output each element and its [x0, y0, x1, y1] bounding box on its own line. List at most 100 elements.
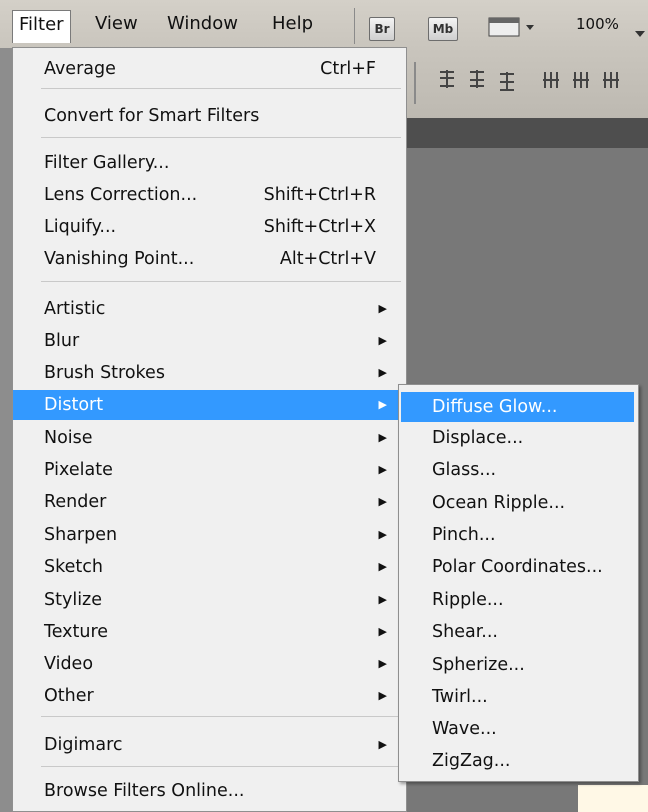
submenu-arrow-icon: ▶	[378, 431, 387, 444]
menu-item-label: Artistic	[44, 299, 106, 319]
document-page	[578, 785, 648, 812]
submenu-arrow-icon: ▶	[378, 625, 387, 638]
submenu-item-label: Shear...	[432, 622, 498, 642]
options-bar-separator	[414, 62, 416, 104]
submenu-item-ripple[interactable]: Ripple...	[399, 585, 638, 615]
menu-item-shortcut: Alt+Ctrl+V	[279, 249, 376, 269]
align-icons[interactable]	[430, 68, 640, 99]
submenu-item-label: Twirl...	[432, 687, 488, 707]
submenu-item-pinch[interactable]: Pinch...	[399, 520, 638, 550]
submenu-item-label: Ripple...	[432, 590, 504, 610]
submenu-arrow-icon: ▶	[378, 463, 387, 476]
menubar-separator	[354, 8, 355, 44]
menu-item-label: Lens Correction...	[44, 185, 198, 205]
menu-item-label: Sketch	[44, 557, 103, 577]
submenu-item-label: Wave...	[432, 719, 497, 739]
submenu-arrow-icon: ▶	[378, 334, 387, 347]
submenu-item-glass[interactable]: Glass...	[399, 455, 638, 485]
document-tab-strip	[400, 118, 648, 148]
menu-item-blur[interactable]: Blur ▶	[13, 326, 406, 356]
menu-bar: Filter View Window Help Br Mb 100%	[0, 0, 648, 48]
submenu-arrow-icon: ▶	[378, 689, 387, 702]
menu-view[interactable]: View	[95, 10, 138, 38]
workspace-left-edge	[0, 48, 12, 812]
menu-item-shortcut: Ctrl+F	[320, 59, 376, 79]
submenu-arrow-icon: ▶	[378, 657, 387, 670]
menu-item-noise[interactable]: Noise ▶	[13, 423, 406, 453]
submenu-item-label: Spherize...	[432, 655, 525, 675]
menu-window[interactable]: Window	[167, 10, 238, 38]
submenu-arrow-icon: ▶	[378, 560, 387, 573]
menu-item-render[interactable]: Render ▶	[13, 487, 406, 517]
menu-item-label: Noise	[44, 428, 93, 448]
submenu-item-displace[interactable]: Displace...	[399, 423, 638, 453]
menu-item-label: Render	[44, 492, 107, 512]
menu-item-artistic[interactable]: Artistic ▶	[13, 294, 406, 324]
submenu-item-label: Diffuse Glow...	[432, 397, 558, 417]
menu-filter[interactable]: Filter	[12, 10, 71, 43]
menu-item-last-filter[interactable]: Average Ctrl+F	[13, 54, 406, 84]
menu-item-liquify[interactable]: Liquify... Shift+Ctrl+X	[13, 212, 406, 242]
menu-item-lens-correction[interactable]: Lens Correction... Shift+Ctrl+R	[13, 180, 406, 210]
menu-item-label: Browse Filters Online...	[44, 781, 245, 801]
menu-item-texture[interactable]: Texture ▶	[13, 617, 406, 647]
menu-item-distort[interactable]: Distort ▶	[13, 390, 406, 420]
menu-item-shortcut: Shift+Ctrl+X	[263, 217, 376, 237]
submenu-item-diffuse-glow[interactable]: Diffuse Glow...	[401, 392, 634, 422]
menu-item-stylize[interactable]: Stylize ▶	[13, 585, 406, 615]
menu-item-label: Distort	[44, 395, 104, 415]
distort-submenu: Diffuse Glow... Displace... Glass... Oce…	[398, 384, 639, 782]
submenu-item-polar-coordinates[interactable]: Polar Coordinates...	[399, 552, 638, 582]
zoom-dropdown-icon[interactable]	[634, 24, 646, 44]
menu-item-label: Video	[44, 654, 94, 674]
menu-item-sketch[interactable]: Sketch ▶	[13, 552, 406, 582]
menu-item-browse-filters-online[interactable]: Browse Filters Online...	[13, 776, 406, 806]
submenu-arrow-icon: ▶	[378, 366, 387, 379]
menu-separator	[41, 716, 401, 717]
menu-separator	[41, 281, 401, 282]
menu-item-vanishing-point[interactable]: Vanishing Point... Alt+Ctrl+V	[13, 244, 406, 274]
menu-item-sharpen[interactable]: Sharpen ▶	[13, 520, 406, 550]
menu-item-label: Stylize	[44, 590, 103, 610]
menu-item-label: Digimarc	[44, 735, 123, 755]
menu-separator	[41, 88, 401, 89]
submenu-item-label: ZigZag...	[432, 751, 511, 771]
menu-help[interactable]: Help	[272, 10, 313, 38]
menu-item-label: Sharpen	[44, 525, 118, 545]
submenu-item-zigzag[interactable]: ZigZag...	[399, 746, 638, 776]
options-bar	[400, 48, 648, 118]
submenu-item-label: Glass...	[432, 460, 497, 480]
menu-item-label: Pixelate	[44, 460, 113, 480]
menu-item-filter-gallery[interactable]: Filter Gallery...	[13, 148, 406, 178]
submenu-item-ocean-ripple[interactable]: Ocean Ripple...	[399, 488, 638, 518]
submenu-arrow-icon: ▶	[378, 593, 387, 606]
menu-item-label: Brush Strokes	[44, 363, 165, 383]
menu-item-label: Other	[44, 686, 94, 706]
mini-bridge-button[interactable]: Mb	[428, 17, 458, 41]
submenu-item-label: Displace...	[432, 428, 524, 448]
menu-item-digimarc[interactable]: Digimarc ▶	[13, 730, 406, 760]
submenu-arrow-icon: ▶	[378, 495, 387, 508]
submenu-item-twirl[interactable]: Twirl...	[399, 682, 638, 712]
screen-mode-icon[interactable]	[488, 16, 540, 43]
submenu-item-spherize[interactable]: Spherize...	[399, 650, 638, 680]
menu-item-convert-smart-filters[interactable]: Convert for Smart Filters	[13, 101, 406, 131]
submenu-arrow-icon: ▶	[378, 302, 387, 315]
menu-separator	[41, 766, 401, 767]
submenu-item-wave[interactable]: Wave...	[399, 714, 638, 744]
menu-item-label: Texture	[44, 622, 109, 642]
menu-item-video[interactable]: Video ▶	[13, 649, 406, 679]
menu-item-brush-strokes[interactable]: Brush Strokes ▶	[13, 358, 406, 388]
menu-item-pixelate[interactable]: Pixelate ▶	[13, 455, 406, 485]
submenu-arrow-icon: ▶	[378, 398, 387, 411]
submenu-item-label: Polar Coordinates...	[432, 557, 603, 577]
menu-item-shortcut: Shift+Ctrl+R	[263, 185, 376, 205]
menu-item-other[interactable]: Other ▶	[13, 681, 406, 711]
menu-item-label: Filter Gallery...	[44, 153, 170, 173]
menu-separator	[41, 137, 401, 138]
submenu-item-label: Ocean Ripple...	[432, 493, 566, 513]
submenu-item-shear[interactable]: Shear...	[399, 617, 638, 647]
bridge-button[interactable]: Br	[369, 17, 395, 41]
menu-item-label: Convert for Smart Filters	[44, 106, 260, 126]
zoom-level[interactable]: 100%	[576, 10, 619, 38]
